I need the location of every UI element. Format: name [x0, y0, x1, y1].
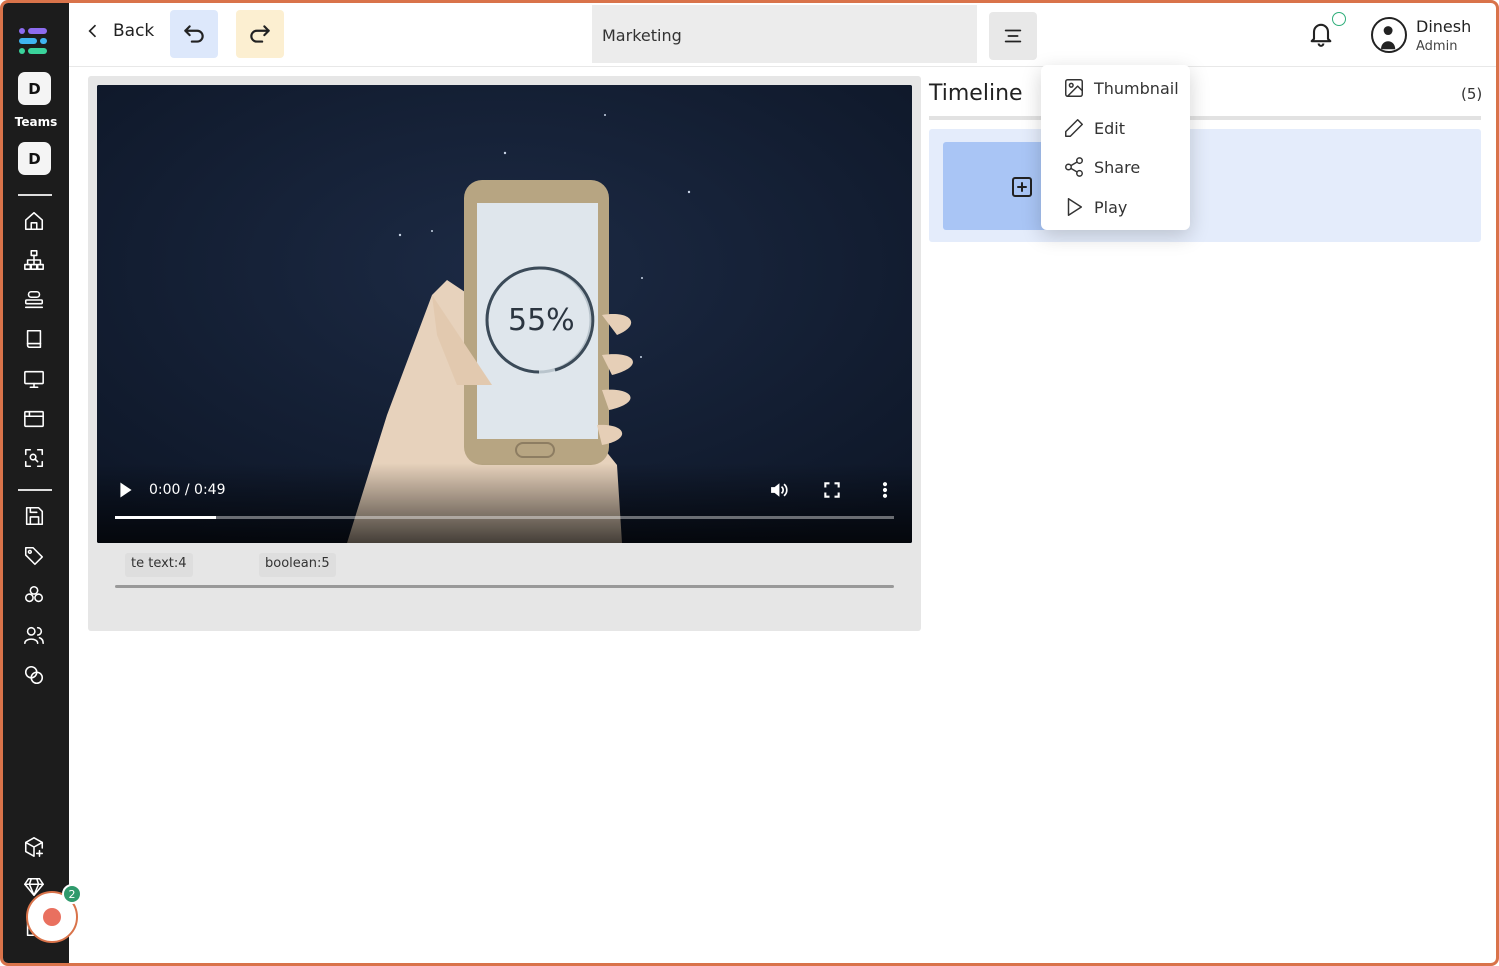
menu-item-share[interactable]: Share	[1041, 148, 1190, 186]
timeline-divider	[929, 116, 1481, 120]
save-icon[interactable]	[22, 504, 46, 528]
users-icon[interactable]	[22, 623, 46, 647]
project-title-field[interactable]: Marketing	[592, 5, 977, 63]
play-icon	[120, 482, 132, 498]
undo-button[interactable]	[170, 10, 218, 58]
home-icon[interactable]	[22, 209, 46, 233]
teams-label: Teams	[14, 115, 58, 129]
app-frame: D Teams D 2 Back Marketing Dinesh Admin …	[0, 0, 1499, 966]
menu-item-thumbnail[interactable]: Thumbnail	[1041, 69, 1190, 107]
sidebar: D Teams D	[3, 3, 69, 963]
menu-item-label: Edit	[1094, 118, 1125, 138]
menu-item-label: Play	[1094, 197, 1128, 217]
menu-item-play[interactable]: Play	[1041, 188, 1190, 226]
scan-search-icon[interactable]	[22, 446, 46, 470]
undo-icon	[184, 25, 204, 43]
back-button[interactable]: Back	[83, 21, 154, 41]
record-count-badge: 2	[62, 884, 82, 904]
menu-lines-icon	[1004, 29, 1022, 43]
timeline-count: (5)	[1461, 85, 1483, 103]
tag-icon[interactable]	[22, 544, 46, 568]
plus-square-icon	[1010, 175, 1034, 199]
fullscreen-icon	[824, 482, 840, 498]
share-icon	[1065, 157, 1083, 177]
app-logo-icon[interactable]	[17, 25, 49, 57]
video-progress-bar[interactable]	[115, 516, 894, 519]
redo-button[interactable]	[236, 10, 284, 58]
timeline-title: Timeline	[929, 81, 1023, 106]
redo-icon	[250, 25, 270, 43]
notification-check-icon	[1332, 12, 1346, 26]
monitor-icon[interactable]	[22, 367, 46, 391]
volume-button[interactable]	[769, 480, 793, 504]
image-icon	[1065, 79, 1083, 97]
book-icon[interactable]	[22, 327, 46, 351]
window-icon[interactable]	[22, 407, 46, 431]
box-plus-icon[interactable]	[22, 835, 46, 859]
menu-item-label: Share	[1094, 157, 1141, 177]
video-time: 0:00 / 0:49	[149, 482, 226, 498]
fullscreen-button[interactable]	[822, 480, 846, 504]
user-name[interactable]: Dinesh	[1416, 17, 1471, 36]
more-vertical-icon	[882, 482, 888, 498]
video-player[interactable]: 55% 0:00 / 0:49	[97, 85, 912, 543]
volume-icon	[771, 483, 788, 497]
avatar-image	[1381, 26, 1396, 50]
menu-item-edit[interactable]: Edit	[1041, 109, 1190, 147]
tag-chip[interactable]: boolean:5	[259, 553, 336, 577]
play-icon	[1067, 198, 1083, 216]
sidebar-divider	[18, 194, 52, 196]
menu-item-label: Thumbnail	[1094, 78, 1179, 98]
tag-chip[interactable]: te text:4	[125, 553, 193, 577]
chevron-left-icon	[88, 24, 97, 38]
cubes-icon[interactable]	[22, 583, 46, 607]
header-bar: Back Marketing Dinesh Admin	[69, 3, 1496, 67]
sidebar-divider	[18, 489, 52, 491]
phone-percent-text: 55%	[508, 303, 575, 338]
stack-icon[interactable]	[22, 288, 46, 312]
video-progress-fill	[115, 516, 217, 519]
context-menu: Thumbnail Edit Share Play	[1041, 65, 1190, 230]
play-button[interactable]	[115, 480, 139, 504]
record-dot-icon	[43, 908, 61, 926]
pencil-icon	[1065, 119, 1083, 137]
workspace-badge[interactable]: D	[18, 72, 51, 105]
avatar[interactable]	[1371, 17, 1407, 53]
user-role: Admin	[1416, 39, 1458, 54]
more-options-button[interactable]	[875, 480, 899, 504]
coins-icon[interactable]	[22, 663, 46, 687]
menu-button[interactable]	[989, 12, 1037, 60]
panel-track[interactable]	[115, 585, 894, 588]
back-label: Back	[113, 21, 155, 41]
bell-icon	[1310, 23, 1332, 47]
team-badge[interactable]: D	[18, 142, 51, 175]
org-chart-icon[interactable]	[22, 248, 46, 272]
